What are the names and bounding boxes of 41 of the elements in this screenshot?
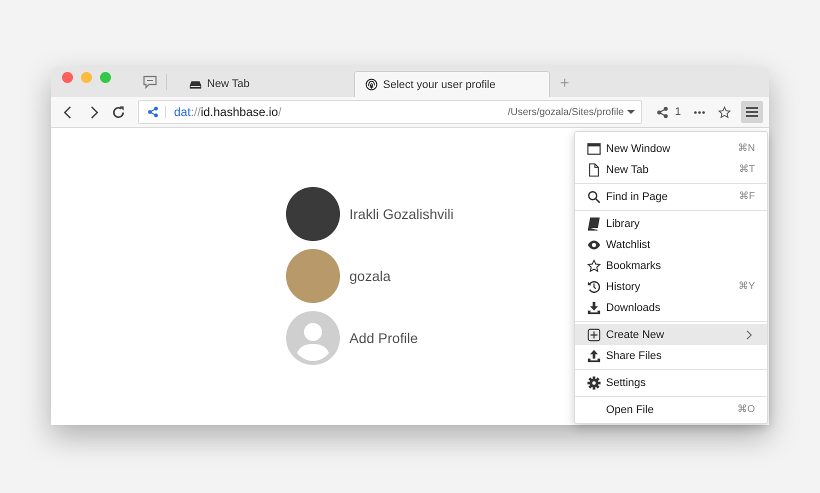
browser-tab[interactable]: Select your user profile [354, 71, 550, 97]
menu-item[interactable]: Create New [575, 324, 767, 345]
menu-item[interactable]: Settings [575, 372, 767, 393]
menu-item[interactable]: Watchlist [575, 234, 767, 255]
eye-icon [587, 238, 601, 252]
menu-item[interactable]: Downloads [575, 297, 767, 318]
menu-item[interactable]: New Window ⌘N [575, 138, 767, 159]
page-icon [587, 162, 601, 176]
download-icon [587, 300, 601, 314]
menu-item[interactable]: History ⌘Y [575, 276, 767, 297]
menu-item[interactable]: Find in Page ⌘F [575, 186, 767, 207]
star-icon[interactable] [718, 106, 731, 118]
star-icon [587, 258, 601, 272]
upload-icon [587, 348, 601, 362]
profile-name[interactable]: gozala [349, 268, 391, 284]
browser-tab[interactable]: New Tab [179, 71, 354, 97]
menu-icon [744, 104, 760, 120]
reload-icon[interactable] [111, 104, 126, 120]
chat-bubble-icon[interactable] [142, 74, 167, 90]
address-bar[interactable]: dat://id.hashbase.io/ /Users/gozala/Sites/profile [138, 100, 642, 124]
book-icon [587, 216, 601, 230]
menu-item[interactable]: Library [575, 213, 767, 234]
profile-name[interactable]: Add Profile [349, 330, 418, 346]
share-icon [147, 106, 166, 118]
search-icon [587, 190, 601, 204]
window-icon [587, 142, 601, 156]
settings-icon [587, 376, 601, 390]
share-icon[interactable] [656, 106, 669, 118]
history-icon [587, 280, 601, 294]
caret-icon [626, 109, 635, 115]
profile-name[interactable]: Irakli Gozalishvili [349, 206, 454, 222]
plus-box-icon [587, 328, 601, 342]
path-dropdown[interactable]: /Users/gozala/Sites/profile [508, 106, 635, 118]
menu-button[interactable] [741, 101, 763, 123]
menu-item[interactable]: Bookmarks [575, 255, 767, 276]
url-text: dat://id.hashbase.io/ [174, 105, 282, 119]
fingerprint-icon [365, 78, 378, 91]
menu-item[interactable]: Open File ⌘O [575, 399, 767, 420]
menu-item[interactable]: Share Files [575, 345, 767, 366]
peer-count: 1 [674, 106, 681, 118]
menu-item[interactable]: New Tab ⌘T [575, 159, 767, 180]
